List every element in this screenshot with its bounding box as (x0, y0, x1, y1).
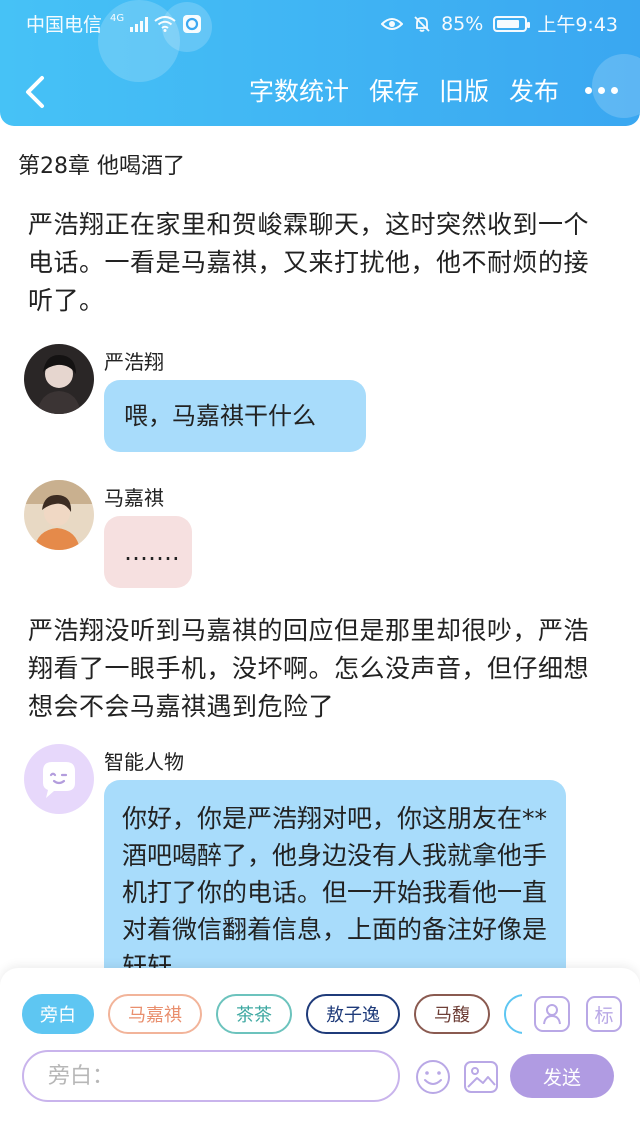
battery-icon (493, 15, 531, 32)
back-chevron-icon[interactable] (18, 72, 52, 112)
role-chip[interactable]: 茶茶 (216, 994, 292, 1034)
role-chip-narrator[interactable]: 旁白 (22, 994, 94, 1034)
role-chip[interactable]: 马馥 (414, 994, 490, 1034)
app-header: 中国电信 4G 85% 上午9:43 字数统计 保存 旧版 发布 (0, 0, 640, 126)
old-version-button[interactable]: 旧版 (439, 72, 489, 108)
carrier-label: 中国电信 (26, 14, 103, 36)
image-icon[interactable] (462, 1058, 500, 1096)
save-button[interactable]: 保存 (369, 72, 419, 108)
add-character-icon[interactable] (534, 996, 570, 1032)
message-bubble: 你好，你是严浩翔对吧，你这朋友在**酒吧喝醉了，他身边没有人我就拿他手机打了你的… (104, 780, 566, 968)
status-bar: 中国电信 4G 85% 上午9:43 (0, 0, 640, 44)
avatar[interactable] (24, 744, 94, 814)
speaker-name: 严浩翔 (104, 350, 164, 374)
role-chips: 旁白 马嘉祺 茶茶 敖子逸 马馥 (22, 994, 522, 1036)
eye-comfort-icon (381, 17, 404, 30)
role-chip[interactable]: 马嘉祺 (108, 994, 202, 1034)
message-input[interactable] (46, 1052, 380, 1100)
chat-message: 严浩翔 喂，马嘉祺干什么 (24, 344, 616, 464)
app-notification-icon (183, 14, 202, 33)
speaker-name: 智能人物 (104, 750, 184, 774)
avatar[interactable] (24, 344, 94, 414)
publish-button[interactable]: 发布 (509, 72, 559, 108)
narration-paragraph: 严浩翔没听到马嘉祺的回应但是那里却很吵，严浩翔看了一眼手机，没坏啊。怎么没声音，… (28, 616, 590, 721)
clock: 上午9:43 (537, 14, 618, 36)
chat-message: 智能人物 你好，你是严浩翔对吧，你这朋友在**酒吧喝醉了，他身边没有人我就拿他手… (24, 744, 616, 968)
composer-panel: 旁白 马嘉祺 茶茶 敖子逸 马馥 标 发送 (0, 968, 640, 1138)
more-options-icon[interactable] (585, 86, 618, 94)
wifi-icon (154, 15, 176, 32)
battery-level-fill (497, 19, 520, 28)
mute-bell-icon (414, 15, 430, 32)
network-type: 4G (110, 13, 125, 24)
battery-percent: 85% (441, 12, 484, 35)
chapter-title: 第28章 他喝酒了 (18, 154, 185, 179)
role-chip-partial[interactable] (504, 994, 522, 1034)
emoji-icon[interactable] (414, 1058, 452, 1096)
avatar[interactable] (24, 480, 94, 550)
message-input-wrapper (22, 1050, 400, 1102)
message-bubble: 喂，马嘉祺干什么 (104, 380, 366, 452)
signal-icon (130, 16, 149, 32)
role-chip[interactable]: 敖子逸 (306, 994, 400, 1034)
message-bubble: ……. (104, 516, 192, 588)
chat-message: 马嘉祺 ……. (24, 480, 616, 600)
send-button[interactable]: 发送 (510, 1054, 614, 1098)
tag-button[interactable]: 标 (586, 996, 622, 1032)
word-count-button[interactable]: 字数统计 (249, 72, 349, 108)
speaker-name: 马嘉祺 (104, 486, 164, 510)
narration-paragraph: 严浩翔正在家里和贺峻霖聊天，这时突然收到一个电话。一看是马嘉祺，又来打扰他，他不… (28, 210, 590, 315)
nav-actions: 字数统计 保存 旧版 发布 (249, 72, 618, 108)
